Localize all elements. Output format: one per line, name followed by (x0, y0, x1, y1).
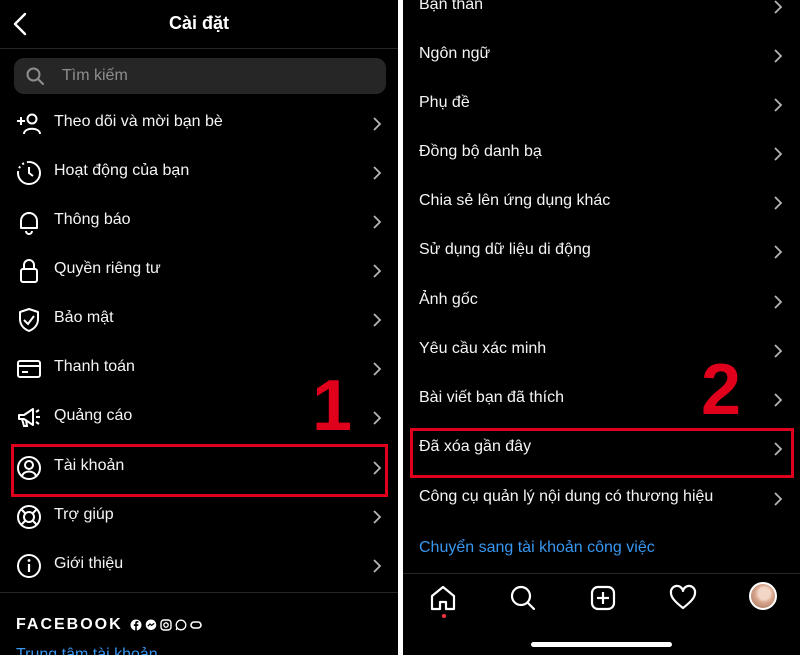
settings-item-activity[interactable]: Hoạt động của bạn (0, 152, 398, 192)
chevron-right-icon (774, 49, 783, 63)
credit-card-icon (17, 360, 41, 378)
chevron-right-icon (373, 166, 382, 180)
settings-item-privacy[interactable]: Quyền riêng tư (0, 250, 398, 290)
accounts-center-link[interactable]: Trung tâm tài khoản (16, 646, 158, 655)
settings-item-label: Bạn thân (419, 0, 484, 13)
chevron-right-icon (774, 442, 783, 456)
bell-icon (20, 212, 38, 235)
chevron-right-icon (774, 98, 783, 112)
chevron-right-icon (373, 411, 382, 425)
settings-item-label: Trợ giúp (54, 506, 114, 523)
chevron-right-icon (373, 510, 382, 524)
chevron-right-icon (774, 295, 783, 309)
chevron-right-icon (774, 344, 783, 358)
megaphone-icon (18, 408, 40, 427)
settings-item-label: Phụ đề (419, 94, 470, 111)
chevron-right-icon (373, 362, 382, 376)
chevron-right-icon (373, 313, 382, 327)
chevron-right-icon (774, 0, 783, 14)
activity-clock-icon (17, 161, 41, 185)
chevron-right-icon (373, 117, 382, 131)
bottom-tab-bar (403, 573, 800, 655)
chevron-right-icon (774, 492, 783, 506)
settings-item-contact-sync[interactable]: Đồng bộ danh bạ (403, 133, 800, 173)
settings-item-label: Quảng cáo (54, 407, 133, 424)
chevron-right-icon (774, 147, 783, 161)
settings-item-branded-content[interactable]: Công cụ quản lý nội dung có thương hiệu (403, 478, 800, 518)
settings-item-label: Ảnh gốc (419, 291, 478, 308)
settings-item-label: Ngôn ngữ (419, 45, 491, 62)
settings-item-original-photos[interactable]: Ảnh gốc (403, 281, 800, 321)
lock-icon (20, 259, 38, 283)
settings-item-mobile-data[interactable]: Sử dụng dữ liệu di động (403, 231, 800, 271)
section-divider (0, 592, 398, 593)
chevron-right-icon (774, 393, 783, 407)
settings-item-label: Hoạt động của bạn (54, 162, 190, 179)
chevron-right-icon (774, 245, 783, 259)
shield-check-icon (19, 308, 39, 332)
create-icon[interactable] (589, 584, 617, 612)
settings-item-security[interactable]: Bảo mật (0, 299, 398, 339)
facebook-section-title: FACEBOOK (16, 616, 123, 633)
settings-item-label: Theo dõi và mời bạn bè (54, 113, 223, 130)
home-notification-dot (442, 614, 446, 618)
chevron-right-icon (373, 461, 382, 475)
settings-item-label: Đồng bộ danh bạ (419, 143, 542, 160)
facebook-app-icons (130, 619, 202, 633)
page-title: Cài đặt (168, 13, 229, 33)
chevron-right-icon (373, 559, 382, 573)
settings-header: Cài đặt (0, 0, 398, 49)
settings-item-label: Công cụ quản lý nội dung có thương hiệu (419, 488, 714, 505)
settings-item-recently-deleted[interactable]: Đã xóa gần đây (403, 428, 800, 468)
settings-item-label: Sử dụng dữ liệu di động (419, 241, 591, 258)
chevron-right-icon (373, 215, 382, 229)
settings-panel: Cài đặt Theo dõi và mời bạn bè Hoạt động… (0, 0, 398, 655)
facebook-icon (130, 619, 142, 631)
chevron-right-icon (774, 196, 783, 210)
home-indicator (531, 642, 672, 647)
settings-subpanel: Bạn thân Ngôn ngữ Phụ đề Đồng bộ danh bạ… (403, 0, 800, 655)
settings-item-language[interactable]: Ngôn ngữ (403, 35, 800, 75)
chevron-right-icon (373, 264, 382, 278)
account-circle-icon (17, 456, 41, 480)
annotation-number-2: 2 (701, 350, 742, 430)
add-person-icon (17, 113, 41, 135)
annotation-number-1: 1 (312, 366, 353, 446)
messenger-icon (145, 619, 157, 631)
instagram-icon (160, 619, 172, 631)
settings-item-label: Yêu cầu xác minh (419, 340, 547, 357)
portal-icon (190, 621, 202, 629)
settings-item-label: Tài khoản (54, 457, 125, 474)
settings-item-label: Bảo mật (54, 309, 114, 326)
search-input[interactable] (62, 67, 362, 85)
settings-item-help[interactable]: Trợ giúp (0, 496, 398, 536)
settings-item-follow-invite[interactable]: Theo dõi và mời bạn bè (0, 103, 398, 143)
whatsapp-icon (175, 619, 187, 631)
settings-item-label: Giới thiệu (54, 555, 124, 572)
search-icon[interactable] (509, 584, 537, 612)
settings-item-captions[interactable]: Phụ đề (403, 84, 800, 124)
profile-avatar[interactable] (749, 582, 777, 610)
settings-item-notifications[interactable]: Thông báo (0, 201, 398, 241)
settings-item-label: Quyền riêng tư (54, 260, 161, 277)
settings-item-share-other-apps[interactable]: Chia sẻ lên ứng dụng khác (403, 182, 800, 222)
info-icon (17, 554, 41, 578)
search-icon (26, 67, 44, 85)
settings-item-label: Đã xóa gần đây (419, 438, 532, 455)
lifebuoy-icon (17, 505, 41, 529)
settings-item-label: Bài viết bạn đã thích (419, 389, 564, 406)
settings-item-label: Thông báo (54, 211, 131, 228)
settings-item-about[interactable]: Giới thiệu (0, 545, 398, 585)
search-bar[interactable] (14, 58, 386, 94)
settings-item-close-friends[interactable]: Bạn thân (403, 0, 800, 26)
settings-item-account[interactable]: Tài khoản (0, 447, 398, 487)
switch-to-professional-link[interactable]: Chuyển sang tài khoản công việc (419, 539, 655, 557)
heart-icon[interactable] (669, 584, 697, 612)
settings-item-label: Chia sẻ lên ứng dụng khác (419, 192, 611, 209)
settings-item-label: Thanh toán (54, 358, 135, 375)
home-icon[interactable] (429, 584, 457, 612)
